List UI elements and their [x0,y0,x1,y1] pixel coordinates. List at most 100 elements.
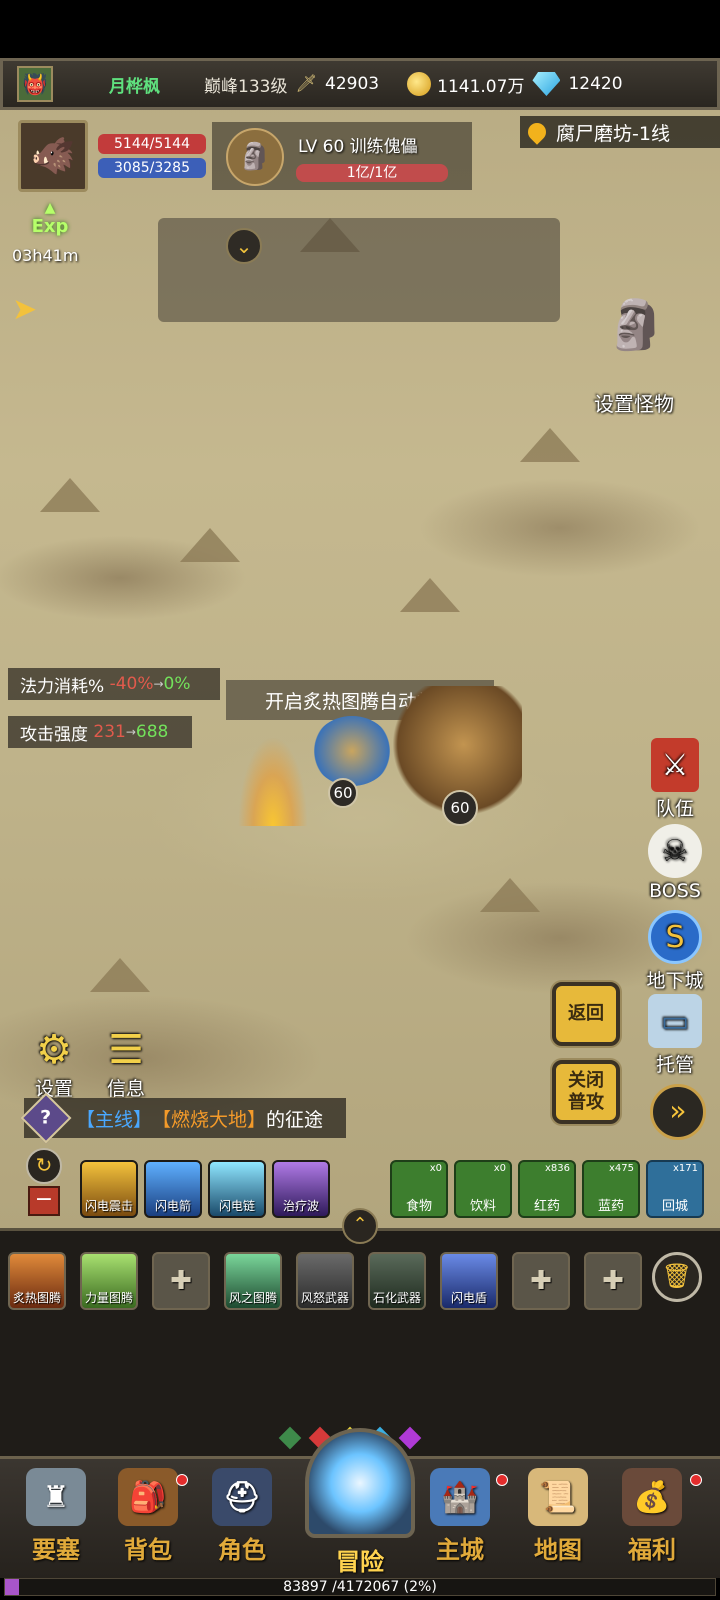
nav-adventure[interactable]: 冒险 [300,1428,420,1577]
item-label: 食物 [405,1199,432,1214]
auto-manage-button[interactable]: ▭ 托管 [640,994,710,1077]
combat-log-panel [158,218,560,322]
hero-portrait[interactable]: 🐗 [18,120,88,192]
monitor-icon: ▭ [648,994,702,1048]
totem-slot[interactable]: 炙热图腾 [8,1252,66,1310]
mana-cost-from: -40% [109,674,154,694]
empty-totem-slot[interactable]: ✚ [512,1252,570,1310]
rock-decoration [40,478,100,512]
sword-icon: 🗡 [295,74,318,94]
gold-value: 1141.07万 [437,76,525,97]
gold-coin-icon [407,72,432,96]
power-value: 42903 [325,74,380,94]
item-label: 回城 [661,1199,688,1214]
empty-totem-slot[interactable]: ✚ [152,1252,210,1310]
main-quest-bar[interactable]: ? 【主线】 【燃烧大地】 的征途 [20,1092,346,1144]
notification-dot [690,1474,702,1486]
nav-label: 地图 [534,1536,582,1564]
nav-fortress[interactable]: ♜ 要塞 [16,1468,96,1565]
quest-name: 【燃烧大地】 [152,1108,267,1131]
rock-decoration [520,428,580,462]
totem-slot[interactable]: 石化武器 [368,1252,426,1310]
refresh-icon[interactable]: ↻ [26,1148,62,1184]
totem-label: 炙热图腾 [12,1291,61,1305]
nav-main-city[interactable]: 🏰 主城 [420,1468,500,1565]
rock-decoration [400,578,460,612]
return-button[interactable]: 返回 [552,982,620,1046]
target-portrait[interactable]: 🗿 [226,128,284,186]
totem-label: 石化武器 [372,1291,421,1305]
diamond-display[interactable]: 12420 [524,72,623,96]
chevron-down-icon[interactable]: ⌄ [226,228,262,264]
consumable-red-potion[interactable]: x836 红药 [518,1160,576,1218]
player-avatar[interactable]: 👹 [17,66,53,102]
totem-slot[interactable]: 闪电盾 [440,1252,498,1310]
settings-button[interactable]: ⚙ 设置 [24,1026,84,1101]
enemy-level-badge: 60 [442,790,478,826]
skill-slot[interactable]: 闪电箭 [144,1160,202,1218]
chevron-up-icon[interactable]: ⌃ [342,1208,378,1244]
empty-totem-slot[interactable]: ✚ [584,1252,642,1310]
skill-slot[interactable]: 治疗波 [272,1160,330,1218]
info-button[interactable]: ☰ 信息 [96,1026,156,1101]
nav-label: 冒险 [336,1548,384,1576]
progress-text: 83897 /4172067 (2%) [283,1579,437,1595]
consumable-drink[interactable]: x0 饮料 [454,1160,512,1218]
plus-icon: ✚ [602,1266,624,1296]
plus-icon: ✚ [170,1266,192,1296]
nav-map[interactable]: 📜 地图 [518,1468,598,1565]
item-label: 饮料 [469,1199,496,1214]
set-monster-label[interactable]: 设置怪物 [594,388,674,417]
menu-icon: ☰ [108,1027,144,1073]
location-label[interactable]: 腐尸磨坊-1线 [520,116,720,148]
scroll-map-icon: 📜 [528,1468,588,1526]
auto-manage-label: 托管 [655,1054,694,1076]
skill-slot[interactable]: 闪电震击 [80,1160,138,1218]
totem-slot[interactable]: 风之图腾 [224,1252,282,1310]
skull-icon: ☠ [648,824,702,878]
item-count: x836 [544,1163,570,1174]
attack-from: 231 [93,722,126,742]
diamond-icon [532,72,561,96]
totem-label: 力量图腾 [84,1291,133,1305]
skill-label: 闪电震击 [84,1199,133,1213]
attack-label: 攻击强度 [20,724,88,745]
skill-slot[interactable]: 闪电链 [208,1160,266,1218]
experience-progress-bar: 83897 /4172067 (2%) [4,1578,716,1596]
totem-slot[interactable]: 力量图腾 [80,1252,138,1310]
nav-welfare[interactable]: 💰 福利 [612,1468,692,1565]
boss-button[interactable]: ☠ BOSS [640,824,710,902]
team-button[interactable]: ⚔ 队伍 [640,738,710,821]
nav-character[interactable]: ⛑ 角色 [202,1468,282,1565]
gold-display[interactable]: 1141.07万 [401,72,524,97]
hero-hp-bar: 5144/5144 [98,134,206,154]
peak-level: 巅峰133级 [204,76,288,97]
skill-label: 闪电箭 [154,1199,191,1213]
page-dot[interactable] [278,1426,302,1450]
location-name: 腐尸磨坊-1线 [556,122,670,145]
skill-label: 闪电链 [218,1199,255,1213]
close-attack-button[interactable]: 关闭 普攻 [552,1060,620,1124]
gift-bag-icon: 💰 [622,1468,682,1526]
send-arrow-icon[interactable]: ➤ [12,292,37,327]
trash-icon[interactable]: 🗑 [652,1252,702,1302]
exp-boost-icon[interactable]: ▲ Exp [28,200,72,240]
mana-cost-stat: 法力消耗% -40% → 0% [8,668,220,700]
totem-slot[interactable]: 风怒武器 [296,1252,354,1310]
nav-label: 背包 [124,1536,172,1564]
consumable-return-scroll[interactable]: x171 回城 [646,1160,704,1218]
totem-label: 风之图腾 [228,1291,277,1305]
minus-icon[interactable]: − [28,1186,60,1216]
fast-forward-icon[interactable]: » [650,1084,706,1140]
top-status-bar: 👹 月桦枫 巅峰133级 🗡 42903 1141.07万 12420 [0,58,720,110]
notification-dot [496,1474,508,1486]
consumable-food[interactable]: x0 食物 [390,1160,448,1218]
golem-icon[interactable]: 🗿 [600,296,672,376]
item-label: 红药 [533,1199,560,1214]
page-dot[interactable] [398,1426,422,1450]
consumable-blue-potion[interactable]: x475 蓝药 [582,1160,640,1218]
portal-gate-icon [305,1428,415,1538]
target-hp-bar: 1亿/1亿 [296,164,448,182]
diamond-value: 12420 [568,74,623,94]
dungeon-button[interactable]: S 地下城 [640,910,710,993]
